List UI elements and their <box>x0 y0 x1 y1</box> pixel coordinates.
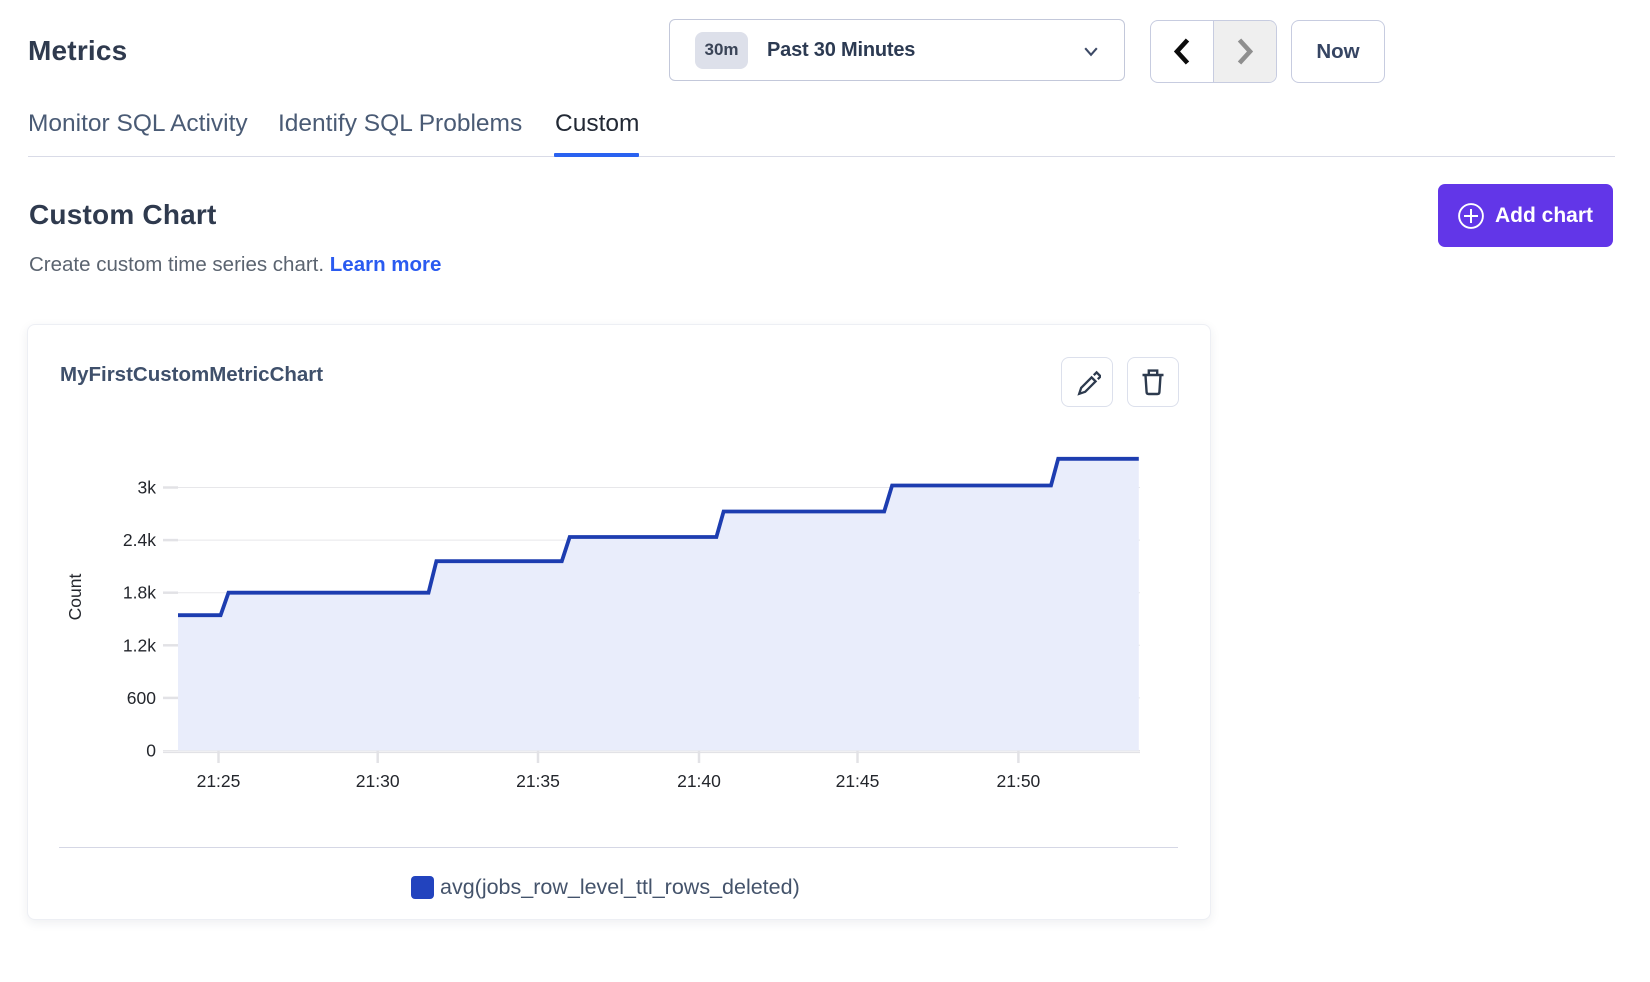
svg-text:21:35: 21:35 <box>516 771 560 791</box>
svg-text:21:50: 21:50 <box>997 771 1041 791</box>
svg-text:Count: Count <box>65 574 85 621</box>
svg-text:21:45: 21:45 <box>836 771 880 791</box>
svg-text:600: 600 <box>127 688 156 708</box>
svg-text:21:25: 21:25 <box>197 771 241 791</box>
svg-text:2.4k: 2.4k <box>123 530 156 550</box>
svg-text:1.8k: 1.8k <box>123 583 156 603</box>
svg-text:3k: 3k <box>138 478 157 498</box>
svg-text:21:40: 21:40 <box>677 771 721 791</box>
svg-text:1.2k: 1.2k <box>123 635 156 655</box>
svg-text:21:30: 21:30 <box>356 771 400 791</box>
svg-text:0: 0 <box>146 741 156 761</box>
